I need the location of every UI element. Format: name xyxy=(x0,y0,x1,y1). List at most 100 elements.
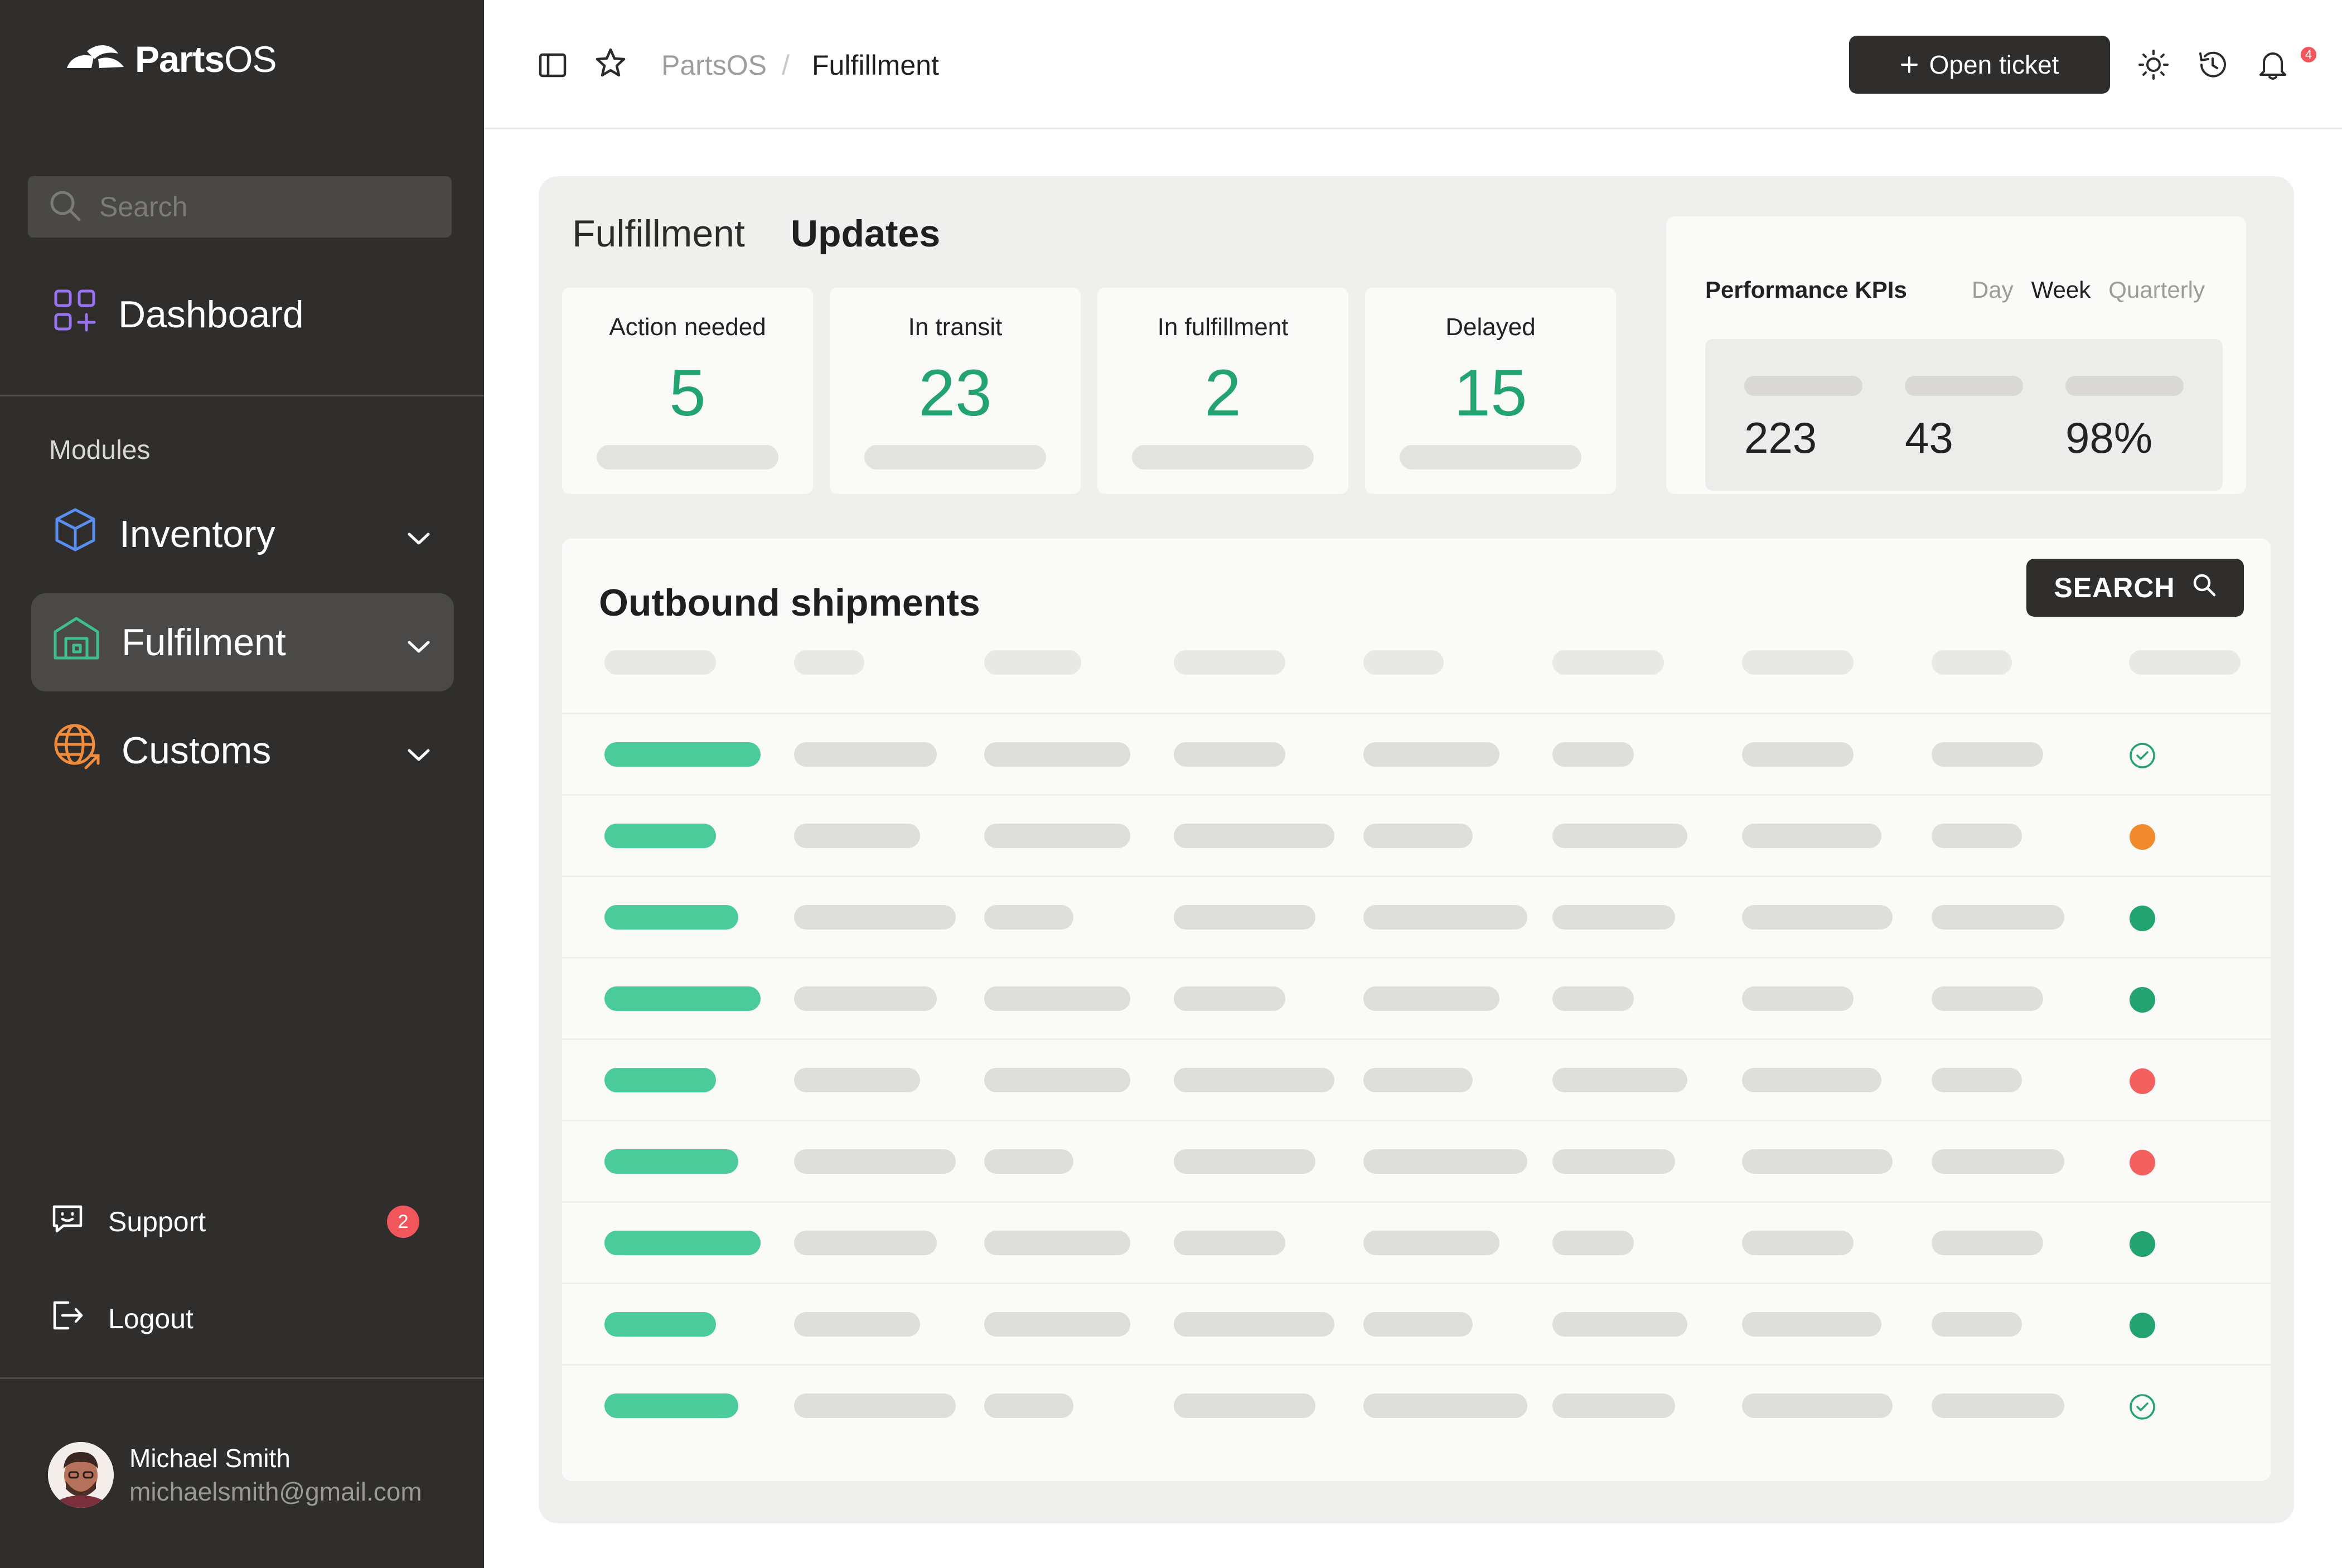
column-header-placeholder xyxy=(1932,650,2012,675)
sidebar-divider xyxy=(0,1377,484,1379)
table-row[interactable] xyxy=(562,1038,2271,1120)
top-bar: PartsOS / Fulfillment Open ticket 4 xyxy=(484,0,2342,129)
period-quarterly[interactable]: Quarterly xyxy=(2108,277,2205,303)
partsos-logo-icon xyxy=(65,40,127,79)
box-icon xyxy=(52,507,98,562)
status-dot-green xyxy=(2129,905,2156,935)
column-header-placeholder xyxy=(1363,650,1444,675)
table-row[interactable] xyxy=(562,957,2271,1038)
notification-count-badge: 4 xyxy=(2299,45,2319,65)
stat-value: 23 xyxy=(918,356,992,430)
column-header-placeholder xyxy=(1174,650,1285,675)
cell-placeholder xyxy=(1932,1231,2043,1255)
search-input[interactable] xyxy=(99,191,412,223)
kpi-value: 43 xyxy=(1905,413,1953,462)
tab-fulfillment[interactable]: Fulfillment xyxy=(572,212,745,255)
cell-placeholder xyxy=(984,824,1130,848)
shipment-id-placeholder xyxy=(604,1068,716,1092)
chevron-down-icon[interactable] xyxy=(406,729,432,772)
sidebar-item-support[interactable]: Support 2 xyxy=(51,1202,419,1241)
table-row[interactable] xyxy=(562,713,2271,794)
cell-placeholder xyxy=(984,1393,1073,1418)
cell-placeholder xyxy=(1363,742,1499,767)
table-row[interactable] xyxy=(562,1283,2271,1364)
cell-placeholder xyxy=(794,1312,920,1337)
star-icon[interactable] xyxy=(594,47,627,82)
table-row[interactable] xyxy=(562,1364,2271,1445)
user-profile[interactable]: Michael Smith michaelsmith@gmail.com xyxy=(48,1442,422,1508)
cell-placeholder xyxy=(1363,986,1499,1011)
sidebar-toggle-icon[interactable] xyxy=(538,50,568,83)
table-row[interactable] xyxy=(562,794,2271,875)
cell-placeholder xyxy=(1552,1068,1687,1092)
cell-placeholder xyxy=(1174,1149,1315,1174)
shipments-search-button[interactable]: SEARCH xyxy=(2026,559,2244,617)
table-row[interactable] xyxy=(562,1120,2271,1201)
cell-placeholder xyxy=(1363,824,1473,848)
stat-placeholder-bar xyxy=(1400,445,1581,470)
kpi-value: 98% xyxy=(2065,413,2153,462)
table-row[interactable] xyxy=(562,875,2271,957)
support-chat-icon xyxy=(51,1202,84,1241)
open-ticket-label: Open ticket xyxy=(1929,50,2059,79)
cell-placeholder xyxy=(794,986,937,1011)
cell-placeholder xyxy=(1932,1312,2022,1337)
sidebar-item-fulfilment[interactable]: Fulfilment xyxy=(31,593,454,691)
stat-card-delayed[interactable]: Delayed 15 xyxy=(1365,288,1616,494)
cell-placeholder xyxy=(984,1068,1130,1092)
cell-placeholder xyxy=(794,905,956,930)
user-name: Michael Smith xyxy=(129,1444,291,1473)
sidebar-search[interactable] xyxy=(28,176,452,238)
sidebar-item-inventory[interactable]: Inventory xyxy=(31,485,454,583)
cell-placeholder xyxy=(984,905,1073,930)
cell-placeholder xyxy=(1742,1149,1893,1174)
shipments-title: Outbound shipments xyxy=(599,582,980,624)
shipment-id-placeholder xyxy=(604,1312,716,1337)
cell-placeholder xyxy=(984,1231,1130,1255)
cell-placeholder xyxy=(1363,1312,1473,1337)
cell-placeholder xyxy=(794,1231,937,1255)
search-icon xyxy=(48,188,83,226)
cell-placeholder xyxy=(1552,742,1634,767)
kpi-period-selector: Day Week Quarterly xyxy=(1972,277,2205,303)
dashboard-grid-icon xyxy=(52,288,97,341)
period-day[interactable]: Day xyxy=(1972,277,2014,303)
sidebar-item-dashboard[interactable]: Dashboard xyxy=(31,265,454,364)
sidebar-item-customs[interactable]: Customs xyxy=(31,701,454,800)
cell-placeholder xyxy=(1552,1393,1675,1418)
column-header-placeholder xyxy=(604,650,716,675)
stat-value: 15 xyxy=(1454,356,1527,430)
stat-card-action-needed[interactable]: Action needed 5 xyxy=(562,288,813,494)
history-icon[interactable] xyxy=(2197,49,2228,83)
bell-icon[interactable] xyxy=(2257,48,2288,83)
column-header-placeholder xyxy=(2129,650,2241,675)
tab-updates[interactable]: Updates xyxy=(791,212,940,255)
cell-placeholder xyxy=(1742,742,1854,767)
kpi-placeholder-bar xyxy=(1905,376,2023,396)
cell-placeholder xyxy=(794,1393,956,1418)
table-row[interactable] xyxy=(562,1201,2271,1283)
open-ticket-button[interactable]: Open ticket xyxy=(1849,36,2110,94)
stat-placeholder-bar xyxy=(864,445,1046,470)
app-logo[interactable]: PartsOS xyxy=(65,38,277,80)
kpi-item: 223 xyxy=(1744,376,1862,463)
cell-placeholder xyxy=(1552,905,1675,930)
cell-placeholder xyxy=(1932,986,2043,1011)
sidebar-item-logout[interactable]: Logout xyxy=(51,1299,419,1338)
stat-card-in-transit[interactable]: In transit 23 xyxy=(830,288,1081,494)
shipment-id-placeholder xyxy=(604,986,761,1011)
status-dot-orange xyxy=(2129,824,2156,853)
stat-card-in-fulfillment[interactable]: In fulfillment 2 xyxy=(1097,288,1348,494)
cell-placeholder xyxy=(1174,1068,1334,1092)
breadcrumb-root[interactable]: PartsOS xyxy=(661,49,767,81)
sun-theme-icon[interactable] xyxy=(2138,49,2169,83)
status-dot-green xyxy=(2129,986,2156,1016)
period-week[interactable]: Week xyxy=(2031,277,2091,303)
avatar xyxy=(48,1442,114,1508)
chevron-down-icon[interactable] xyxy=(406,512,432,556)
kpi-placeholder-bar xyxy=(1744,376,1862,396)
cell-placeholder xyxy=(984,1312,1130,1337)
chevron-down-icon[interactable] xyxy=(406,621,432,664)
cell-placeholder xyxy=(984,742,1130,767)
search-icon xyxy=(2192,572,2217,604)
